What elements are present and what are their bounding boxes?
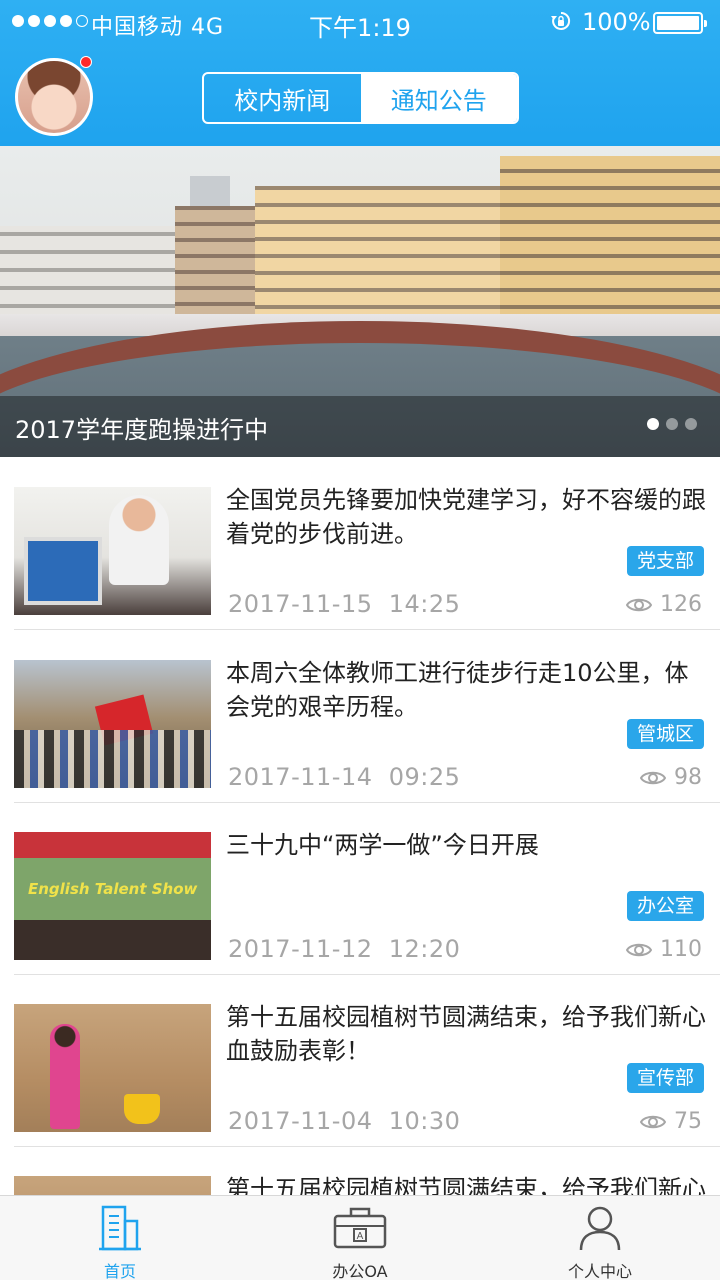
eye-icon — [626, 598, 652, 611]
news-date: 2017-11-14 09:25 — [228, 763, 461, 791]
banner-caption: 2017学年度跑操进行中 — [15, 416, 269, 444]
news-title: 本周六全体教师工进行徒步行走10公里，体会党的艰辛历程。 — [226, 659, 689, 721]
department-tag: 党支部 — [626, 546, 704, 576]
top-bar: 中国移动 4G 下午1:19 100% 校内新闻 通知公告 — [0, 0, 720, 146]
status-bar: 中国移动 4G 下午1:19 100% — [0, 0, 720, 46]
battery-icon — [653, 12, 707, 34]
eye-icon — [626, 943, 652, 956]
tab-office-oa[interactable]: A 办公OA — [240, 1196, 480, 1280]
carousel-indicator — [647, 418, 697, 430]
tab-label: 办公OA — [332, 1262, 388, 1280]
view-count: 98 — [640, 765, 702, 790]
news-thumbnail — [14, 832, 211, 960]
news-thumbnail — [14, 660, 211, 788]
tab-notices[interactable]: 通知公告 — [360, 74, 517, 122]
list-item[interactable]: 全国党员先锋要加快党建学习，好不容缓的跟着党的步伐前进。 党支部 2017-11… — [0, 457, 720, 630]
news-date: 2017-11-12 12:20 — [228, 935, 461, 963]
news-title: 三十九中“两学一做”今日开展 — [226, 831, 539, 859]
battery-percentage: 100% — [582, 8, 651, 36]
news-thumbnail — [14, 1176, 211, 1195]
view-count: 75 — [640, 1109, 702, 1134]
list-item[interactable]: 三十九中“两学一做”今日开展 办公室 2017-11-12 12:20 110 — [0, 802, 720, 975]
view-count-number: 126 — [660, 592, 702, 617]
tab-home[interactable]: 首页 — [0, 1196, 240, 1280]
eye-icon — [640, 1115, 666, 1128]
news-thumbnail — [14, 487, 211, 615]
eye-icon — [640, 771, 666, 784]
news-thumbnail — [14, 1004, 211, 1132]
carousel-dot[interactable] — [666, 418, 678, 430]
view-count-number: 75 — [674, 1109, 702, 1134]
tab-label: 个人中心 — [567, 1262, 632, 1280]
list-item[interactable]: 第十五届校园植树节圆满结束，给予我们新心血鼓励表彰！ — [0, 1146, 720, 1195]
department-tag: 管城区 — [626, 719, 704, 749]
rotation-lock-icon — [551, 11, 571, 30]
avatar[interactable] — [15, 58, 93, 136]
person-icon — [579, 1206, 621, 1251]
department-tag: 宣传部 — [626, 1063, 704, 1093]
carousel-dot[interactable] — [647, 418, 659, 430]
news-list: 全国党员先锋要加快党建学习，好不容缓的跟着党的步伐前进。 党支部 2017-11… — [0, 457, 720, 1195]
department-tag: 办公室 — [626, 891, 704, 921]
list-item[interactable]: 本周六全体教师工进行徒步行走10公里，体会党的艰辛历程。 管城区 2017-11… — [0, 630, 720, 803]
tab-profile[interactable]: 个人中心 — [480, 1196, 720, 1280]
view-count: 110 — [626, 937, 702, 962]
tab-campus-news[interactable]: 校内新闻 — [204, 74, 361, 122]
briefcase-icon: A — [333, 1207, 387, 1249]
news-tab-switch: 校内新闻 通知公告 — [202, 72, 519, 124]
carousel-dot[interactable] — [685, 418, 697, 430]
notification-badge — [80, 56, 92, 68]
list-item[interactable]: 第十五届校园植树节圆满结束，给予我们新心血鼓励表彰！ 宣传部 2017-11-0… — [0, 974, 720, 1147]
banner-carousel[interactable]: 2017学年度跑操进行中 — [0, 146, 720, 457]
bottom-tab-bar: 首页 A 办公OA 个人中心 — [0, 1195, 720, 1280]
news-title: 第十五届校园植树节圆满结束，给予我们新心血鼓励表彰！ — [226, 1003, 706, 1065]
news-title: 全国党员先锋要加快党建学习，好不容缓的跟着党的步伐前进。 — [226, 486, 706, 548]
view-count-number: 98 — [674, 765, 702, 790]
news-title: 第十五届校园植树节圆满结束，给予我们新心血鼓励表彰！ — [226, 1175, 706, 1195]
view-count-number: 110 — [660, 937, 702, 962]
news-date: 2017-11-15 14:25 — [228, 590, 461, 618]
svg-text:A: A — [357, 1231, 364, 1242]
home-building-icon — [99, 1205, 141, 1251]
news-date: 2017-11-04 10:30 — [228, 1107, 461, 1135]
view-count: 126 — [626, 592, 702, 617]
tab-label: 首页 — [103, 1262, 136, 1280]
